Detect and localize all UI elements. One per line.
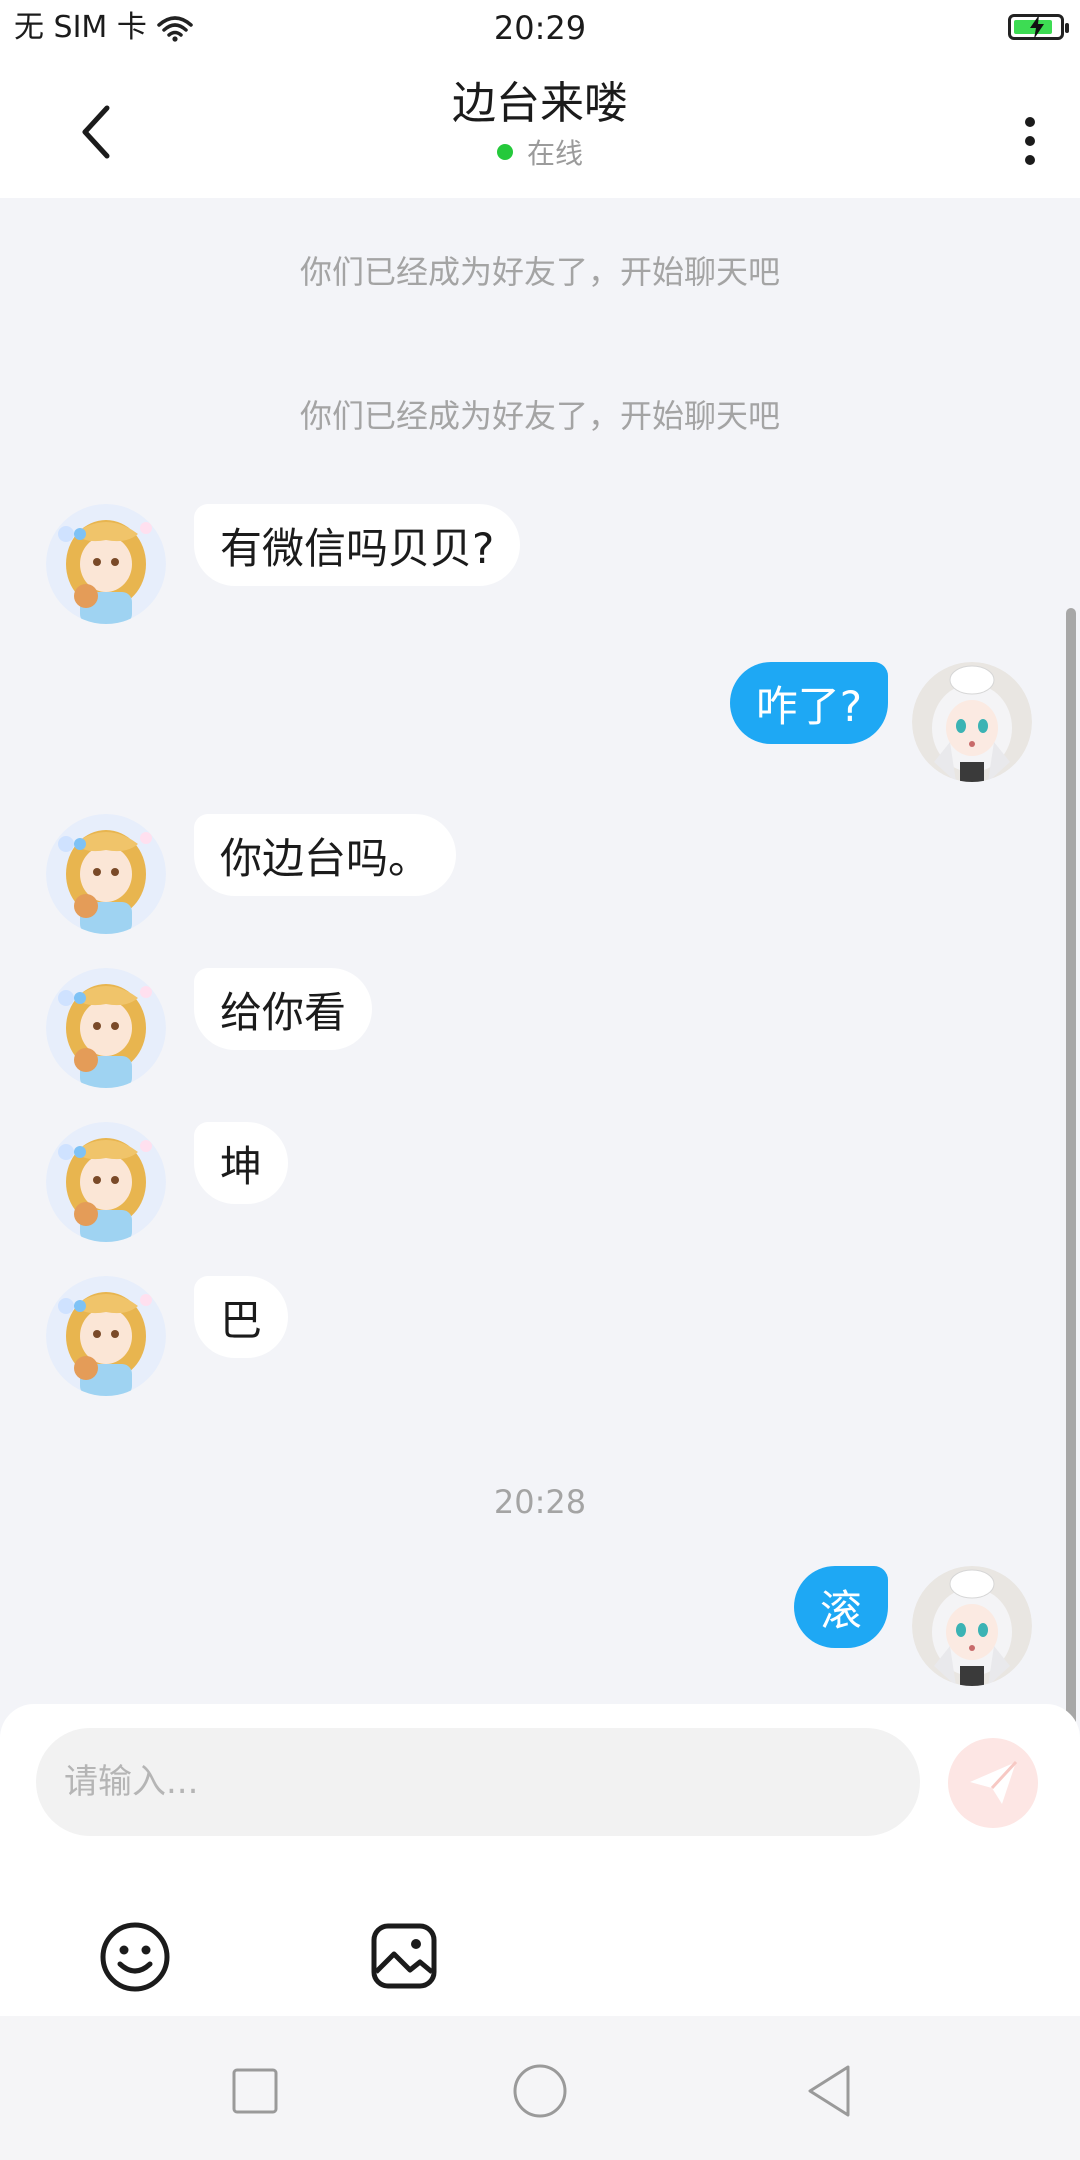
- input-panel: [0, 1704, 1080, 2016]
- online-status-label: 在线: [526, 137, 583, 170]
- online-dot-icon: [496, 144, 513, 160]
- message-bubble-received[interactable]: 你边台吗。: [194, 814, 457, 896]
- friend-avatar[interactable]: [46, 504, 166, 624]
- emoji-icon: [100, 1922, 170, 1992]
- more-vertical-icon-dot: [1025, 136, 1035, 146]
- more-vertical-icon-dot: [1025, 155, 1035, 165]
- message-text: 巴: [220, 1295, 263, 1345]
- chat-scrollbar[interactable]: [1066, 608, 1076, 1754]
- message-text: 滚: [819, 1585, 862, 1635]
- message-text: 坤: [220, 1141, 263, 1191]
- online-status: 在线: [0, 136, 1080, 172]
- my-avatar[interactable]: [912, 662, 1032, 782]
- message-bubble-sent[interactable]: 滚: [793, 1566, 888, 1648]
- message-text: 你边台吗。: [220, 833, 431, 883]
- message-bubble-received[interactable]: 巴: [194, 1276, 289, 1358]
- friend-avatar[interactable]: [46, 1276, 166, 1396]
- message-bubble-sent[interactable]: 咋了?: [729, 662, 888, 744]
- message-text: 给你看: [220, 987, 347, 1037]
- friend-avatar[interactable]: [46, 968, 166, 1088]
- friend-avatar-image: [46, 968, 166, 1088]
- home-icon: [513, 2064, 567, 2118]
- friend-avatar-image: [46, 1276, 166, 1396]
- my-avatar-image: [912, 1566, 1032, 1686]
- message-bubble-received[interactable]: 坤: [194, 1122, 289, 1204]
- friend-avatar[interactable]: [46, 814, 166, 934]
- image-button[interactable]: [370, 1922, 438, 1990]
- home-button[interactable]: [505, 2056, 575, 2126]
- message-text: 咋了?: [755, 681, 862, 731]
- message-bubble-received[interactable]: 有微信吗贝贝?: [194, 504, 521, 586]
- image-icon: [371, 1923, 437, 1989]
- message-text: 有微信吗贝贝?: [220, 523, 495, 573]
- charging-bolt-icon: [1030, 15, 1044, 39]
- status-bar: 无 SIM 卡 20:29: [0, 0, 1080, 56]
- system-nav-bar: [0, 2016, 1080, 2160]
- status-time: 20:29: [493, 9, 587, 47]
- my-avatar-image: [912, 662, 1032, 782]
- back-icon: [808, 2065, 850, 2117]
- emoji-button[interactable]: [98, 1920, 172, 1994]
- message-bubble-received[interactable]: 给你看: [194, 968, 373, 1050]
- friend-avatar-image: [46, 814, 166, 934]
- nav-back-button[interactable]: [794, 2056, 864, 2126]
- friend-avatar-image: [46, 504, 166, 624]
- chat-header: 边台来喽 在线: [0, 56, 1080, 198]
- recent-apps-button[interactable]: [220, 2056, 290, 2126]
- system-message: 你们已经成为好友了，开始聊天吧: [299, 397, 780, 435]
- message-input[interactable]: [36, 1728, 920, 1836]
- chat-area[interactable]: 你们已经成为好友了，开始聊天吧 你们已经成为好友了，开始聊天吧 有微信吗贝贝?: [0, 198, 1080, 1754]
- send-icon: [970, 1760, 1018, 1804]
- system-message: 你们已经成为好友了，开始聊天吧: [299, 253, 780, 291]
- more-options-button[interactable]: [1000, 96, 1060, 186]
- my-avatar[interactable]: [912, 1566, 1032, 1686]
- recent-apps-icon: [232, 2068, 278, 2114]
- timestamp-label: 20:28: [493, 1483, 587, 1521]
- friend-avatar-image: [46, 1122, 166, 1242]
- chat-title: 边台来喽: [452, 78, 628, 129]
- battery-charging-icon: [1008, 14, 1069, 40]
- friend-avatar[interactable]: [46, 1122, 166, 1242]
- more-vertical-icon: [1025, 117, 1035, 127]
- send-button[interactable]: [948, 1738, 1038, 1828]
